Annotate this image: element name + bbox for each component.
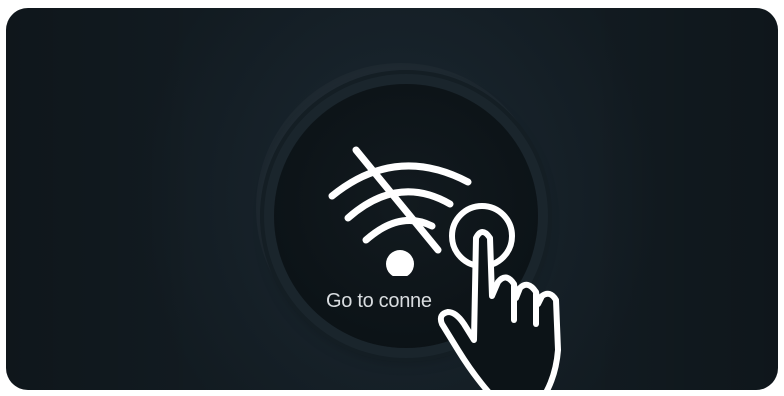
tv-screen: Go to conne [6, 8, 778, 390]
hand-pointer-icon [437, 203, 561, 390]
